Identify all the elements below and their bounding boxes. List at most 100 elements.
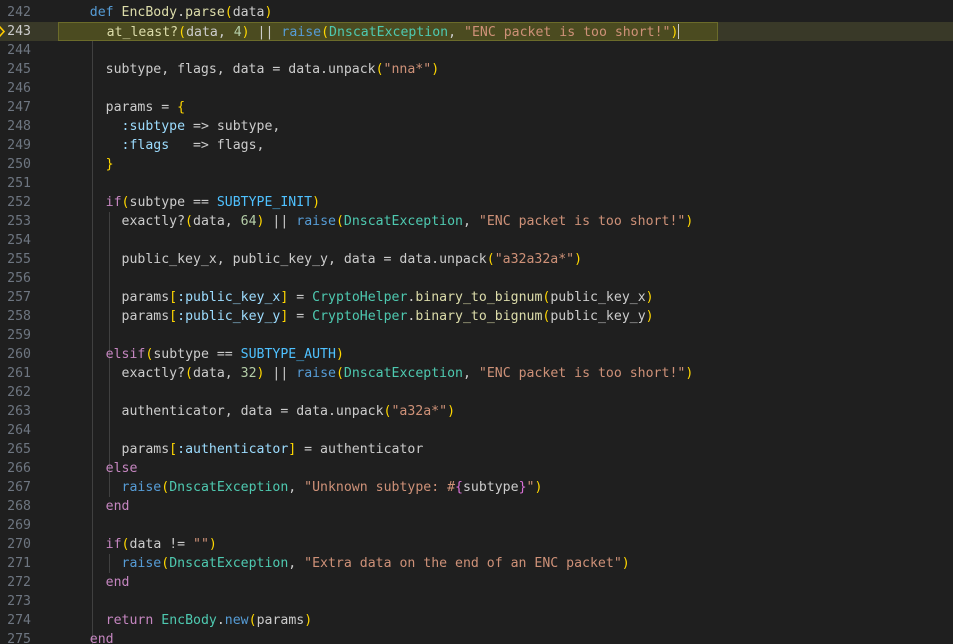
code-token: ): [312, 195, 321, 210]
code-token: raise: [121, 480, 162, 495]
code-token: [: [169, 309, 178, 324]
code-line[interactable]: 263 authenticator, data = data.unpack("a…: [0, 402, 953, 421]
code-token: public_key_x, public_key_y, data = data.…: [89, 252, 487, 267]
code-token: ): [264, 5, 273, 20]
code-token: "Extra data on the end of an ENC packet": [304, 556, 622, 571]
code-token: subtype, flags, data = data.unpack: [89, 62, 376, 77]
code-line[interactable]: 253 exactly?(data, 64) || raise(DnscatEx…: [0, 212, 953, 231]
code-token: ): [431, 62, 440, 77]
code-token: ||: [264, 214, 297, 229]
code-line[interactable]: 275 end: [0, 630, 953, 644]
code-token: 64: [240, 214, 257, 229]
code-token: params: [256, 613, 305, 628]
code-token: DnscatException: [343, 366, 463, 381]
code-token: (: [335, 366, 344, 381]
line-number: 269: [7, 518, 31, 533]
code-line[interactable]: 259: [0, 326, 953, 345]
line-number: 275: [7, 632, 31, 644]
line-number: 256: [7, 271, 31, 286]
code-token: ): [645, 309, 654, 324]
code-editor[interactable]: 242 def EncBody.parse(data) 243 at_least?…: [0, 0, 953, 644]
line-number: 273: [7, 594, 31, 609]
code-line[interactable]: 260 elsif(subtype == SUBTYPE_AUTH): [0, 345, 953, 364]
line-number: 246: [7, 81, 31, 96]
code-line[interactable]: 243 at_least?(data, 4) || raise(DnscatEx…: [0, 22, 953, 41]
code-line[interactable]: 274 return EncBody.new(params): [0, 611, 953, 630]
code-line[interactable]: 268 end: [0, 497, 953, 516]
line-number: 255: [7, 252, 31, 267]
code-token: (: [161, 556, 170, 571]
code-line[interactable]: 247 params = {: [0, 98, 953, 117]
code-token: params: [89, 442, 170, 457]
code-line[interactable]: 246: [0, 79, 953, 98]
code-token: (: [224, 5, 233, 20]
code-text: exactly?(data, 32) || raise(DnscatExcept…: [58, 364, 718, 383]
code-line[interactable]: 254: [0, 231, 953, 250]
code-token: new: [224, 613, 249, 628]
code-token: => subtype,: [185, 119, 281, 134]
line-number: 245: [7, 62, 31, 77]
code-line[interactable]: 270 if(data != ""): [0, 535, 953, 554]
line-number: 250: [7, 157, 31, 172]
code-token: .: [177, 5, 186, 20]
code-line[interactable]: 244: [0, 41, 953, 60]
line-number: 247: [7, 100, 31, 115]
code-token: ): [574, 252, 583, 267]
code-line[interactable]: 262: [0, 383, 953, 402]
code-token: :authenticator: [177, 442, 289, 457]
code-token: :subtype: [121, 119, 186, 134]
code-token: =: [288, 290, 313, 305]
line-number: 265: [7, 442, 31, 457]
code-token: "ENC packet is too short!": [478, 214, 686, 229]
code-token: "Unknown subtype: #: [304, 480, 456, 495]
code-line[interactable]: 271 raise(DnscatException, "Extra data o…: [0, 554, 953, 573]
code-line[interactable]: 261 exactly?(data, 32) || raise(DnscatEx…: [0, 364, 953, 383]
code-line[interactable]: 264: [0, 421, 953, 440]
code-line[interactable]: 255 public_key_x, public_key_y, data = d…: [0, 250, 953, 269]
code-line[interactable]: 256: [0, 269, 953, 288]
code-token: (: [321, 25, 330, 40]
code-token: authenticator, data = data.unpack: [89, 404, 384, 419]
code-line[interactable]: 266 else: [0, 459, 953, 478]
line-number: 260: [7, 347, 31, 362]
code-line[interactable]: 252 if(subtype == SUBTYPE_INIT): [0, 193, 953, 212]
code-line[interactable]: 265 params[:authenticator] = authenticat…: [0, 440, 953, 459]
code-token: end: [105, 499, 130, 514]
code-token: binary_to_bignum: [415, 290, 543, 305]
line-number: 271: [7, 556, 31, 571]
code-line[interactable]: 250 }: [0, 155, 953, 174]
code-token: raise: [281, 25, 322, 40]
code-token: :flags: [121, 138, 170, 153]
code-line[interactable]: 257 params[:public_key_x] = CryptoHelper…: [0, 288, 953, 307]
code-token: exactly?: [89, 214, 186, 229]
code-line[interactable]: 267 raise(DnscatException, "Unknown subt…: [0, 478, 953, 497]
code-line[interactable]: 251: [0, 174, 953, 193]
code-token: binary_to_bignum: [415, 309, 543, 324]
code-line[interactable]: 272 end: [0, 573, 953, 592]
code-line[interactable]: 249 :flags => flags,: [0, 136, 953, 155]
code-token: subtype ==: [153, 347, 241, 362]
code-text: subtype, flags, data = data.unpack("nna*…: [58, 60, 718, 79]
code-token: (: [178, 25, 187, 40]
code-line[interactable]: 248 :subtype => subtype,: [0, 117, 953, 136]
code-token: ): [670, 25, 679, 40]
code-line[interactable]: 269: [0, 516, 953, 535]
code-line[interactable]: 258 params[:public_key_y] = CryptoHelper…: [0, 307, 953, 326]
line-number: 266: [7, 461, 31, 476]
code-line[interactable]: 242 def EncBody.parse(data): [0, 3, 953, 22]
code-token: ): [645, 290, 654, 305]
code-line[interactable]: 273: [0, 592, 953, 611]
code-line[interactable]: 245 subtype, flags, data = data.unpack("…: [0, 60, 953, 79]
code-token: data: [232, 5, 265, 20]
code-text: :flags => flags,: [58, 136, 718, 155]
code-token: if: [105, 537, 122, 552]
